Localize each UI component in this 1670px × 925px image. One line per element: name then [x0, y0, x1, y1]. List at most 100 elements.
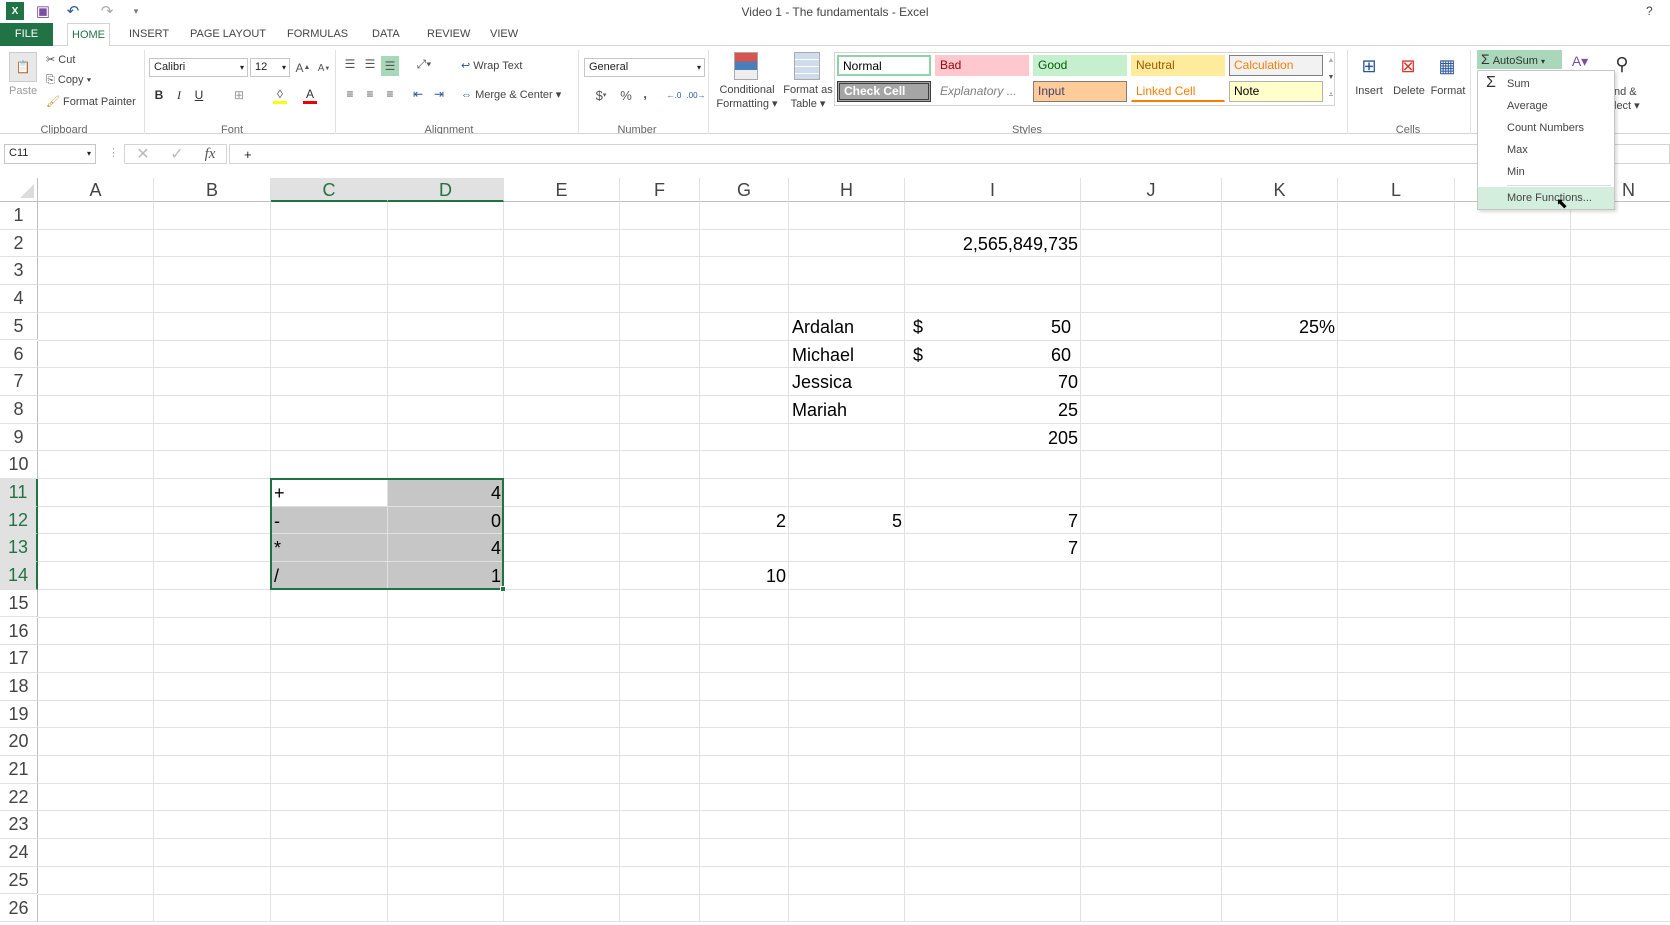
cell-style-normal[interactable]: Normal	[837, 55, 931, 76]
column-header-K[interactable]: K	[1222, 178, 1338, 202]
formula-input[interactable]: +	[229, 144, 1670, 164]
enter-icon[interactable]: ✓	[168, 144, 186, 164]
cell-I9[interactable]: 205	[905, 424, 1081, 452]
autosum-button[interactable]: Σ AutoSum ▾	[1477, 50, 1562, 69]
tab-formulas[interactable]: FORMULAS	[283, 23, 352, 46]
tab-insert[interactable]: INSERT	[125, 23, 173, 46]
name-box[interactable]: C11 ▾	[4, 144, 96, 164]
align-right-icon[interactable]: ≡	[382, 86, 398, 102]
cell-style-neutral[interactable]: Neutral	[1131, 55, 1225, 76]
gallery-more-icon[interactable]: ⩡	[1326, 87, 1336, 103]
worksheet-grid[interactable]: ABCDEFGHIJKLMN12345678910111213141516171…	[0, 178, 1670, 925]
percent-style-button[interactable]: %	[619, 86, 633, 104]
row-header-6[interactable]: 6	[0, 340, 38, 369]
row-header-17[interactable]: 17	[0, 645, 38, 673]
currency-format-button[interactable]: $ ▾	[589, 86, 613, 104]
bold-button[interactable]: B	[152, 86, 166, 104]
middle-align-icon[interactable]: ☰	[362, 56, 378, 72]
row-header-16[interactable]: 16	[0, 617, 38, 646]
cell-K5[interactable]: 25%	[1222, 313, 1338, 341]
tab-view[interactable]: VIEW	[486, 23, 522, 46]
cell-I8[interactable]: 25	[905, 396, 1081, 424]
column-header-G[interactable]: G	[700, 178, 789, 202]
help-button[interactable]: ?	[1646, 4, 1653, 18]
tab-review[interactable]: REVIEW	[423, 23, 474, 46]
column-header-D[interactable]: D	[388, 178, 504, 202]
shrink-font-icon[interactable]: A ▼	[317, 60, 331, 77]
row-header-2[interactable]: 2	[0, 229, 38, 258]
increase-indent-icon[interactable]: ⇥	[431, 86, 447, 102]
row-header-5[interactable]: 5	[0, 312, 38, 341]
menu-item-more-functions[interactable]: More Functions...	[1478, 187, 1614, 209]
cut-button[interactable]: ✂ Cut	[46, 53, 75, 66]
tab-file[interactable]: FILE	[0, 23, 53, 46]
delete-cells-icon[interactable]: ⊠	[1396, 52, 1420, 80]
column-header-E[interactable]: E	[504, 178, 620, 202]
select-all-button[interactable]	[0, 178, 38, 202]
tab-home[interactable]: HOME	[67, 23, 110, 47]
gallery-scroll-down-icon[interactable]: ▼	[1326, 70, 1336, 84]
cell-style-linked-cell[interactable]: Linked Cell	[1131, 81, 1225, 102]
cell-H12[interactable]: 5	[789, 507, 905, 535]
cell-H7[interactable]: Jessica	[789, 368, 905, 396]
paste-icon[interactable]: 📋	[9, 52, 37, 82]
row-header-11[interactable]: 11	[0, 479, 38, 507]
format-cells-icon[interactable]: ▦	[1435, 52, 1459, 80]
row-header-18[interactable]: 18	[0, 672, 38, 701]
merge-center-button[interactable]: ⇔ Merge & Center ▾	[461, 88, 561, 101]
orientation-icon[interactable]: ⤢▾	[412, 56, 436, 72]
cell-I5[interactable]: $50	[905, 313, 1081, 341]
conditional-formatting-icon[interactable]	[734, 52, 758, 80]
cell-G14[interactable]: 10	[700, 562, 789, 590]
cell-style-check-cell[interactable]: Check Cell	[837, 81, 931, 102]
format-cells-button[interactable]: Format	[1429, 85, 1467, 97]
cancel-icon[interactable]: ✕	[134, 144, 152, 164]
row-header-12[interactable]: 12	[0, 506, 38, 535]
cell-G12[interactable]: 2	[700, 507, 789, 535]
cell-I2[interactable]: 2,565,849,735	[905, 230, 1081, 258]
column-header-J[interactable]: J	[1081, 178, 1222, 202]
row-header-13[interactable]: 13	[0, 534, 38, 563]
row-header-25[interactable]: 25	[0, 866, 38, 895]
insert-cells-button[interactable]: Insert	[1353, 85, 1385, 97]
row-header-23[interactable]: 23	[0, 811, 38, 840]
cell-I12[interactable]: 7	[905, 507, 1081, 535]
fill-color-icon[interactable]: ◊	[273, 86, 287, 104]
cell-I7[interactable]: 70	[905, 368, 1081, 396]
tab-page-layout[interactable]: PAGE LAYOUT	[186, 23, 270, 46]
cell-style-explanatory[interactable]: Explanatory ...	[935, 81, 1029, 102]
cell-H8[interactable]: Mariah	[789, 396, 905, 424]
wrap-text-button[interactable]: ↩ Wrap Text	[461, 59, 522, 72]
find-select-button[interactable]: nd & lect ▾	[1614, 85, 1640, 113]
align-center-icon[interactable]: ≡	[362, 86, 378, 102]
fill-handle[interactable]	[500, 585, 506, 592]
cell-style-note[interactable]: Note	[1229, 81, 1323, 102]
row-header-21[interactable]: 21	[0, 756, 38, 784]
tab-data[interactable]: DATA	[368, 23, 404, 46]
insert-cells-icon[interactable]: ⊞	[1357, 52, 1381, 80]
align-left-icon[interactable]: ≡	[342, 86, 358, 102]
row-header-1[interactable]: 1	[0, 202, 38, 230]
conditional-formatting-button[interactable]: Conditional Formatting ▾	[715, 83, 779, 111]
cell-style-input[interactable]: Input	[1033, 81, 1127, 102]
decrease-decimal-icon[interactable]: .00→	[686, 86, 705, 104]
gallery-scroll-up-icon[interactable]: ▲	[1326, 53, 1336, 67]
format-painter-button[interactable]: 🖌 Format Painter	[46, 95, 136, 108]
font-size-select[interactable]: 12 ▾	[250, 58, 290, 77]
increase-decimal-icon[interactable]: ←.0	[665, 86, 683, 104]
cell-H6[interactable]: Michael	[789, 341, 905, 369]
menu-item-average[interactable]: Average	[1478, 96, 1614, 117]
column-header-F[interactable]: F	[620, 178, 700, 202]
format-as-table-icon[interactable]	[794, 52, 820, 80]
paste-button[interactable]: Paste	[9, 85, 37, 97]
bottom-align-icon[interactable]: ☰	[381, 56, 399, 76]
row-header-20[interactable]: 20	[0, 728, 38, 756]
row-header-15[interactable]: 15	[0, 589, 38, 618]
top-align-icon[interactable]: ☰	[342, 56, 358, 72]
column-header-L[interactable]: L	[1338, 178, 1455, 202]
grow-font-icon[interactable]: A ▲	[296, 58, 311, 77]
column-header-H[interactable]: H	[789, 178, 905, 202]
row-header-8[interactable]: 8	[0, 395, 38, 424]
sort-filter-icon[interactable]: A▾	[1566, 50, 1594, 72]
borders-icon[interactable]: ⊞	[232, 86, 246, 104]
